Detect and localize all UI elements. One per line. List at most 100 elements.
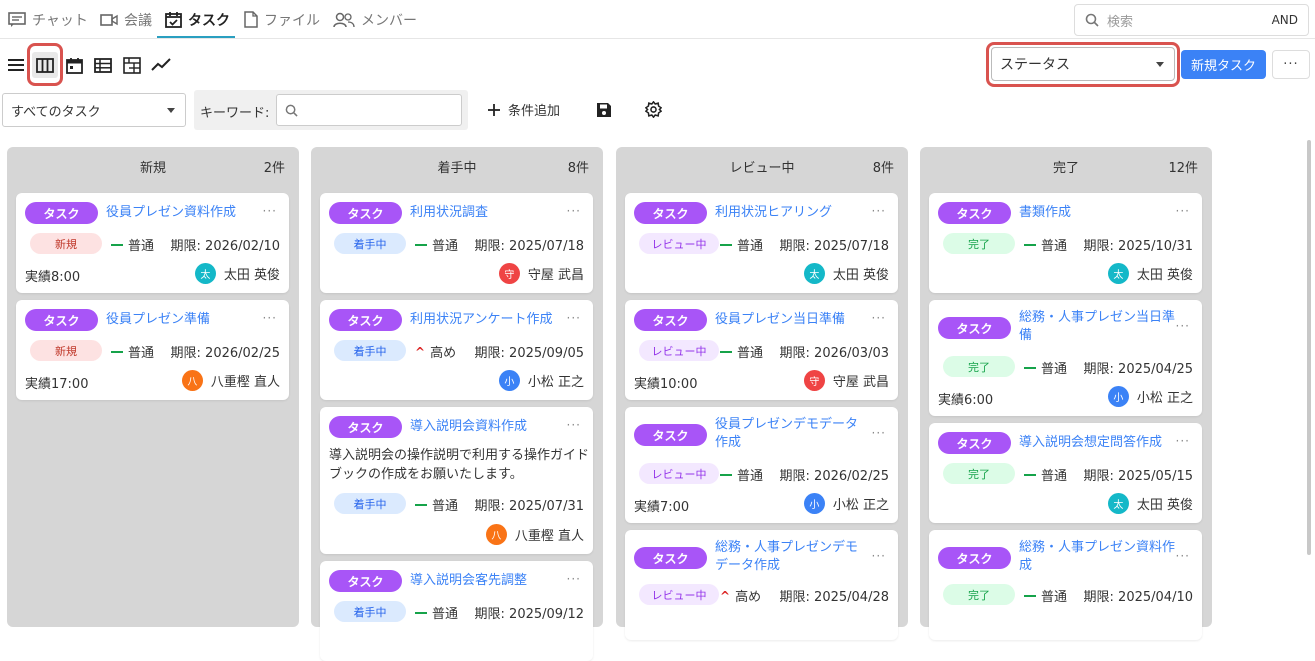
gantt-view-button[interactable] — [119, 52, 145, 78]
task-title[interactable]: 書類作成 — [1019, 204, 1169, 222]
avatar: 太 — [1107, 263, 1129, 284]
task-title[interactable]: 利用状況ヒアリング — [715, 204, 865, 222]
calendar-view-button[interactable] — [61, 52, 87, 78]
list-view-button[interactable] — [3, 52, 29, 78]
task-card[interactable]: タスク 導入説明会資料作成 ··· 導入説明会の操作説明で利用する操作ガイドブッ… — [320, 407, 593, 554]
more-dots-icon[interactable]: ··· — [872, 204, 886, 218]
assignee-name: 小松 正之 — [832, 498, 889, 513]
more-dots-icon[interactable]: ··· — [1176, 434, 1190, 448]
assignee[interactable]: 太太田 英俊 — [194, 263, 280, 284]
priority-label: 普通 — [1041, 239, 1068, 254]
table-view-button[interactable] — [90, 52, 116, 78]
task-card[interactable]: タスク 利用状況ヒアリング ··· レビュー中 普通 期限: 2025/07/1… — [625, 193, 898, 293]
more-dots-icon[interactable]: ··· — [872, 311, 886, 325]
tab-chat[interactable]: チャット — [8, 0, 88, 39]
task-title[interactable]: 総務・人事プレゼン当日準備 — [1019, 309, 1177, 345]
task-scope-select[interactable]: すべてのタスク — [2, 93, 186, 127]
status-badge: 完了 — [943, 233, 1015, 254]
settings-button[interactable] — [644, 100, 663, 122]
task-title[interactable]: 利用状況調査 — [410, 204, 560, 222]
more-dots-icon[interactable]: ··· — [1176, 319, 1190, 333]
task-title[interactable]: 導入説明会資料作成 — [410, 418, 560, 436]
priority: 普通 — [415, 235, 458, 254]
task-card[interactable]: タスク 書類作成 ··· 完了 普通 期限: 2025/10/31 太太田 英俊 — [929, 193, 1202, 293]
assignee[interactable]: 太太田 英俊 — [803, 263, 889, 284]
task-title[interactable]: 役員プレゼン資料作成 — [106, 204, 256, 222]
task-card[interactable]: タスク 役員プレゼン当日準備 ··· レビュー中 普通 期限: 2026/03/… — [625, 300, 898, 400]
task-title[interactable]: 役員プレゼン当日準備 — [715, 311, 865, 329]
add-condition-label: 条件追加 — [508, 104, 561, 119]
assignee[interactable]: 太太田 英俊 — [1107, 493, 1193, 514]
chart-view-button[interactable] — [148, 52, 174, 78]
task-title[interactable]: 導入説明会想定問答作成 — [1019, 434, 1179, 452]
more-button[interactable]: ··· — [1272, 50, 1310, 79]
tab-chat-label: チャット — [32, 12, 88, 29]
new-task-button[interactable]: 新規タスク — [1181, 50, 1266, 79]
search-box[interactable]: 検索 AND — [1074, 4, 1309, 36]
task-title[interactable]: 総務・人事プレゼン資料作成 — [1019, 539, 1177, 575]
tab-meeting[interactable]: 会議 — [100, 0, 152, 39]
more-dots-icon[interactable]: ··· — [1176, 549, 1190, 563]
active-tab-indicator — [157, 36, 235, 38]
assignee[interactable]: 太太田 英俊 — [1107, 263, 1193, 284]
type-badge: タスク — [634, 202, 707, 224]
assignee[interactable]: 八八重樫 直人 — [181, 370, 280, 391]
priority-normal-icon — [1024, 473, 1036, 476]
save-button[interactable] — [596, 102, 612, 122]
assignee[interactable]: 八八重樫 直人 — [485, 524, 584, 545]
priority-normal-icon — [1024, 594, 1036, 597]
task-title[interactable]: 役員プレゼン準備 — [106, 311, 256, 329]
column-header: 着手中 8件 — [311, 147, 603, 183]
status-badge: 完了 — [943, 463, 1015, 484]
task-title[interactable]: 総務・人事プレゼンデモデータ作成 — [715, 539, 865, 575]
more-dots-icon[interactable]: ··· — [567, 418, 581, 432]
add-condition-button[interactable]: 条件追加 — [488, 100, 560, 119]
more-dots-icon[interactable]: ··· — [567, 572, 581, 586]
task-title[interactable]: 導入説明会客先調整 — [410, 572, 560, 590]
task-card[interactable]: タスク 役員プレゼンデモデータ作成 ··· レビュー中 普通 期限: 2026/… — [625, 407, 898, 523]
task-card[interactable]: タスク 導入説明会想定問答作成 ··· 完了 普通 期限: 2025/05/15… — [929, 423, 1202, 523]
vertical-scrollbar[interactable] — [1307, 140, 1311, 555]
column-in-progress: 着手中 8件 タスク 利用状況調査 ··· 着手中 普通 期限: 2025/07… — [311, 147, 603, 661]
priority-normal-icon — [1024, 243, 1036, 246]
more-dots-icon[interactable]: ··· — [1176, 204, 1190, 218]
task-card[interactable]: タスク 役員プレゼン資料作成 ··· 新規 普通 期限: 2026/02/10 … — [16, 193, 289, 293]
top-nav: チャット 会議 タスク ファイル メンバー 検索 AND — [0, 0, 1315, 39]
chat-icon — [8, 11, 26, 27]
task-title[interactable]: 利用状況アンケート作成 — [410, 311, 570, 329]
tab-members[interactable]: メンバー — [333, 0, 417, 39]
assignee[interactable]: 守守屋 武昌 — [498, 263, 584, 284]
assignee[interactable]: 守守屋 武昌 — [803, 370, 889, 391]
more-dots-icon[interactable]: ··· — [567, 204, 581, 218]
keyword-input[interactable] — [276, 94, 462, 126]
tab-tasks[interactable]: タスク — [165, 0, 230, 39]
more-dots-icon[interactable]: ··· — [872, 426, 886, 440]
more-dots-icon[interactable]: ··· — [263, 204, 277, 218]
task-title[interactable]: 役員プレゼンデモデータ作成 — [715, 416, 865, 452]
video-icon — [100, 13, 118, 26]
task-card[interactable]: タスク 利用状況調査 ··· 着手中 普通 期限: 2025/07/18 守守屋… — [320, 193, 593, 293]
priority: ^ 高め — [720, 586, 761, 606]
priority-label: 普通 — [737, 469, 764, 484]
priority: 普通 — [1024, 358, 1067, 377]
group-by-select[interactable]: ステータス — [991, 47, 1175, 81]
priority-label: 普通 — [128, 239, 155, 254]
more-dots-icon[interactable]: ··· — [263, 311, 277, 325]
status-badge: 新規 — [30, 233, 102, 254]
search-mode[interactable]: AND — [1272, 13, 1298, 27]
task-card[interactable]: タスク 役員プレゼン準備 ··· 新規 普通 期限: 2026/02/25 実績… — [16, 300, 289, 400]
task-card[interactable]: タスク 利用状況アンケート作成 ··· 着手中 ^ 高め 期限: 2025/09/… — [320, 300, 593, 400]
more-dots-icon[interactable]: ··· — [872, 549, 886, 563]
task-card[interactable]: タスク 総務・人事プレゼン当日準備 ··· 完了 普通 期限: 2025/04/… — [929, 300, 1202, 416]
assignee[interactable]: 小小松 正之 — [803, 493, 889, 514]
task-card[interactable]: タスク 導入説明会客先調整 ··· 着手中 普通 期限: 2025/09/12 — [320, 561, 593, 661]
due-date: 期限: 2025/07/31 — [474, 499, 584, 514]
assignee[interactable]: 小小松 正之 — [498, 370, 584, 391]
column-header: 完了 12件 — [920, 147, 1212, 183]
more-dots-icon[interactable]: ··· — [567, 311, 581, 325]
priority-label: 高め — [430, 346, 457, 361]
search-placeholder: 検索 — [1107, 14, 1134, 30]
tab-files[interactable]: ファイル — [244, 0, 320, 39]
type-badge: タスク — [938, 432, 1011, 454]
assignee[interactable]: 小小松 正之 — [1107, 386, 1193, 407]
